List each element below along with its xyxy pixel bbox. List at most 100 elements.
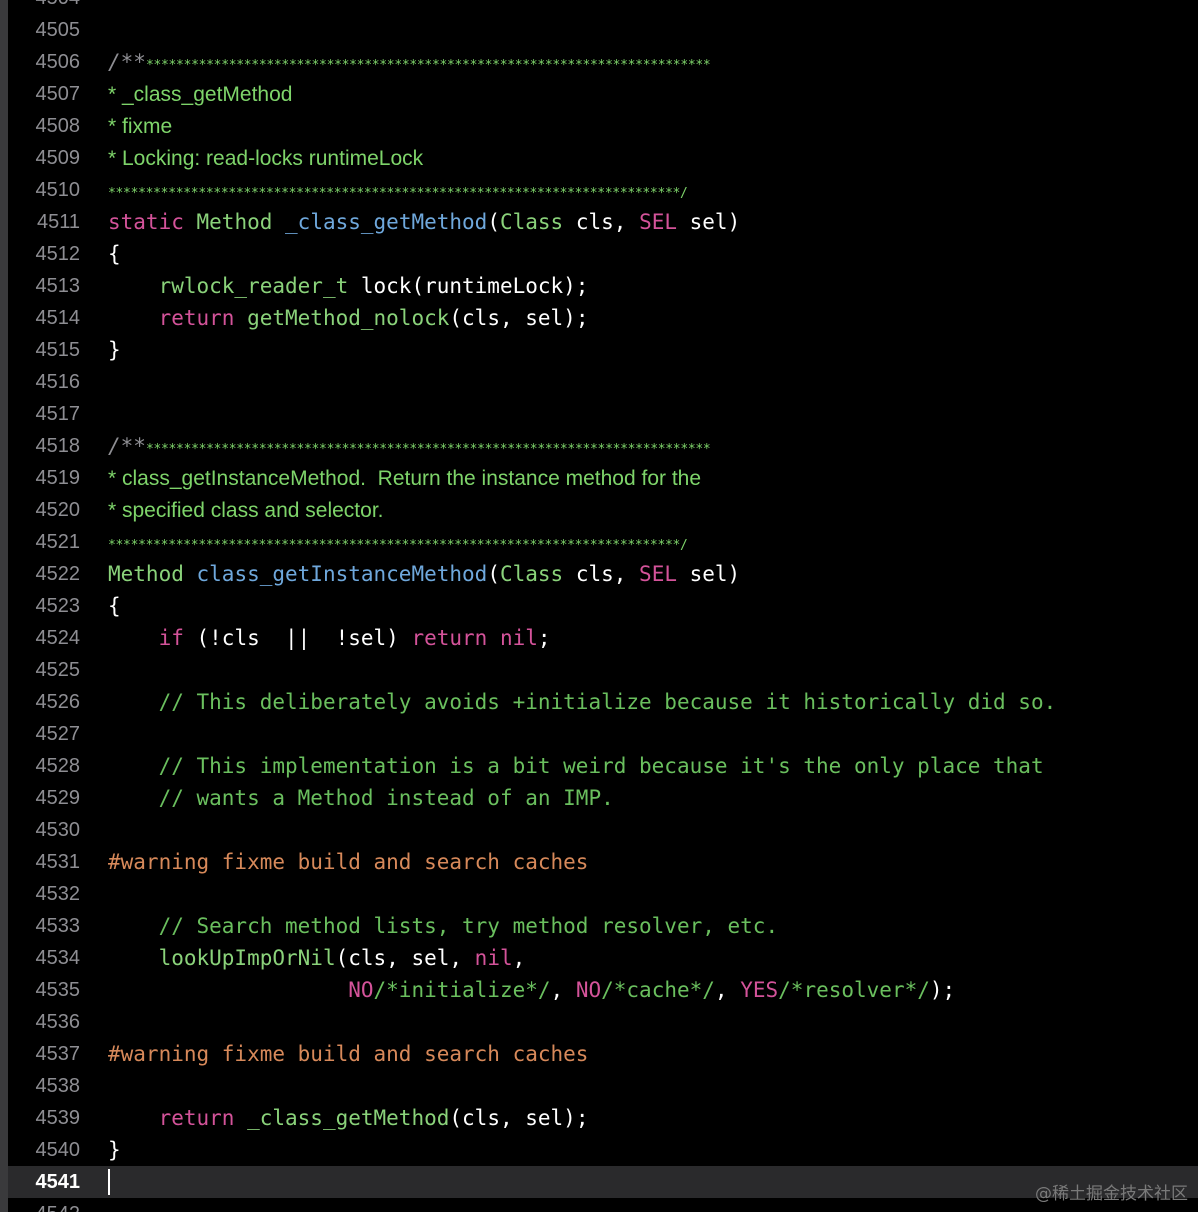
code-line[interactable]: 4540}: [8, 1134, 1198, 1166]
code-line[interactable]: 4511 static Method _class_getMethod(Class…: [8, 206, 1198, 238]
code-line[interactable]: 4504: [8, 0, 1198, 14]
line-number: 4510: [35, 179, 81, 201]
code-token: SEL: [639, 562, 677, 586]
code-line[interactable]: 4530: [8, 814, 1198, 846]
code-line[interactable]: 4522 Method class_getInstanceMethod(Class…: [8, 558, 1198, 590]
code-token: #warning fixme build and search caches: [108, 1042, 589, 1066]
code-text: if (!cls || !sel) return nil;: [108, 622, 551, 654]
code-token: return: [158, 1106, 235, 1130]
code-line[interactable]: 4512 {: [8, 238, 1198, 270]
line-number: 4514: [35, 307, 81, 329]
line-number: 4524: [35, 627, 81, 649]
code-line[interactable]: 4523 {: [8, 590, 1198, 622]
code-line[interactable]: 4537 #warning fixme build and search cach…: [8, 1038, 1198, 1070]
code-line[interactable]: 4535 NO/*initialize*/, NO/*cache*/, YES/…: [8, 974, 1198, 1006]
code-token: ****************************************…: [145, 442, 711, 457]
line-number: 4526: [35, 691, 81, 713]
code-line[interactable]: 4517: [8, 398, 1198, 430]
code-line[interactable]: 4513 rwlock_reader_t lock(runtimeLock);: [8, 270, 1198, 302]
code-text: * specified class and selector.: [108, 494, 383, 527]
code-token: sel): [676, 562, 741, 586]
code-line[interactable]: 4542: [8, 1198, 1198, 1212]
code-line[interactable]: 4539 return _class_getMethod(cls, sel);: [8, 1102, 1198, 1134]
code-line[interactable]: 4508 * fixme: [8, 110, 1198, 142]
code-line[interactable]: 4521 ************************************…: [8, 526, 1198, 558]
code-token: * specified class and selector.: [108, 499, 384, 522]
code-lines[interactable]: 4504 4505 4506/***************************…: [8, 0, 1198, 1212]
code-token: getMethod_nolock: [247, 306, 450, 330]
code-token: (: [487, 562, 500, 586]
editor-left-edge: [0, 0, 8, 1212]
code-token: {: [108, 242, 121, 266]
code-line[interactable]: 4518 /***********************************…: [8, 430, 1198, 462]
code-token: sel): [677, 210, 741, 234]
code-line[interactable]: 4507 * _class_getMethod: [8, 78, 1198, 110]
line-number: 4508: [35, 115, 81, 137]
code-line[interactable]: 4516: [8, 366, 1198, 398]
code-token: {: [108, 594, 121, 618]
code-token: class_getInstanceMethod: [196, 562, 488, 586]
code-token: YES: [740, 978, 779, 1002]
code-token: ****************************************…: [108, 186, 681, 201]
code-token: SEL: [639, 210, 677, 234]
code-token: // This deliberately avoids +initialize …: [158, 690, 1057, 714]
line-number: 4537: [35, 1043, 81, 1065]
code-line[interactable]: 4541: [8, 1166, 1198, 1198]
code-line[interactable]: 4528 // This implementation is a bit wei…: [8, 750, 1198, 782]
code-line[interactable]: 4531 #warning fixme build and search cach…: [8, 846, 1198, 878]
line-number: 4509: [35, 147, 81, 169]
code-line[interactable]: 4509 * Locking: read-locks runtimeLock: [8, 142, 1198, 174]
code-line[interactable]: 4532: [8, 878, 1198, 910]
code-line[interactable]: 4515}: [8, 334, 1198, 366]
code-line[interactable]: 4536: [8, 1006, 1198, 1038]
code-token: * _class_getMethod: [108, 83, 293, 106]
code-token: _class_getMethod: [285, 210, 488, 234]
code-token: Class: [499, 562, 564, 586]
line-number: 4518: [35, 435, 81, 457]
line-number: 4521: [35, 531, 81, 553]
code-line[interactable]: 4525: [8, 654, 1198, 686]
code-token: /**: [108, 434, 146, 458]
code-token: /: [680, 186, 688, 201]
code-text: #warning fixme build and search caches: [108, 1038, 588, 1070]
line-number: 4525: [35, 659, 81, 681]
line-number: 4534: [35, 947, 81, 969]
code-line[interactable]: 4505: [8, 14, 1198, 46]
code-line[interactable]: 4520 * specified class and selector.: [8, 494, 1198, 526]
code-line[interactable]: 4533 // Search method lists, try method …: [8, 910, 1198, 942]
code-line[interactable]: 4526 // This deliberately avoids +initia…: [8, 686, 1198, 718]
code-line[interactable]: 4538: [8, 1070, 1198, 1102]
code-token: ****************************************…: [108, 538, 681, 553]
code-line[interactable]: 4514 return getMethod_nolock(cls, sel);: [8, 302, 1198, 334]
code-line[interactable]: 4534 lookUpImpOrNil(cls, sel, nil,: [8, 942, 1198, 974]
code-line[interactable]: 4529 // wants a Method instead of an IMP…: [8, 782, 1198, 814]
code-token: // Search method lists, try method resol…: [158, 914, 779, 938]
code-text: * _class_getMethod: [108, 78, 292, 111]
code-token: nil: [499, 626, 538, 650]
code-token: /*resolver*/: [778, 978, 930, 1002]
line-number: 4523: [35, 595, 81, 617]
code-text: // Search method lists, try method resol…: [108, 910, 779, 942]
line-number: 4515: [35, 339, 81, 361]
line-number: 4540: [35, 1139, 81, 1161]
code-token: Class: [499, 210, 564, 234]
code-token: lookUpImpOrNil: [158, 946, 336, 970]
code-line[interactable]: 4506 /***********************************…: [8, 46, 1198, 78]
line-number: 4505: [35, 19, 81, 41]
code-line[interactable]: 4527: [8, 718, 1198, 750]
code-token: );: [929, 978, 956, 1002]
line-number: 4517: [35, 403, 81, 425]
code-token: // wants a Method instead of an IMP.: [158, 786, 614, 810]
code-line[interactable]: 4524 if (!cls || !sel) return nil;: [8, 622, 1198, 654]
line-number: 4538: [35, 1075, 81, 1097]
code-line[interactable]: 4519 * class_getInstanceMethod. Return th…: [8, 462, 1198, 494]
line-number: 4536: [35, 1011, 81, 1033]
code-line[interactable]: 4510 ************************************…: [8, 174, 1198, 206]
code-text: /***************************************…: [108, 430, 711, 466]
code-editor[interactable]: 4504 4505 4506/***************************…: [0, 0, 1198, 1212]
line-number: 4530: [35, 819, 81, 841]
